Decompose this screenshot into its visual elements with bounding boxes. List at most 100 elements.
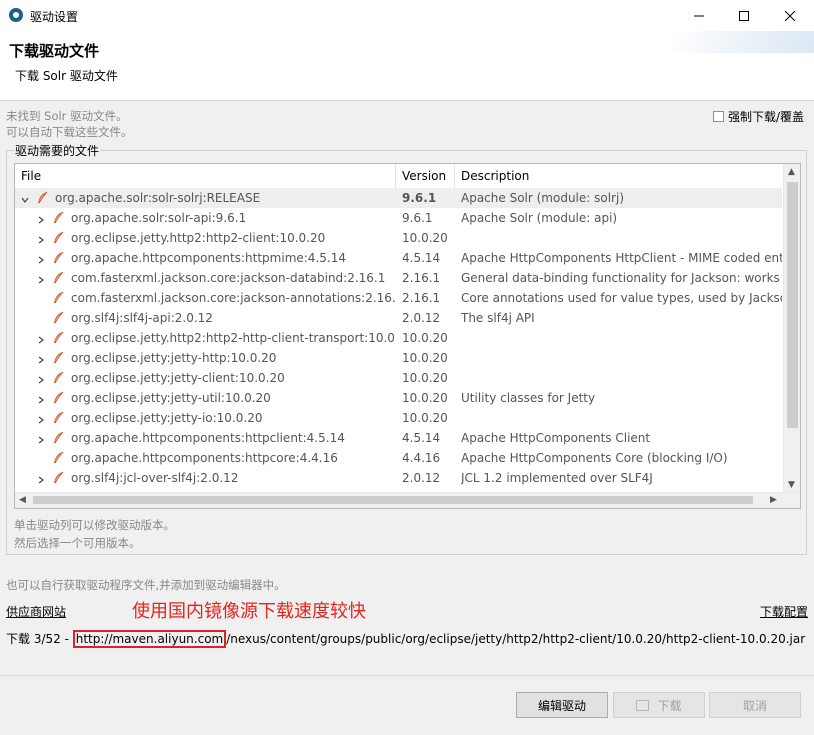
version-cell[interactable]: 4.5.14 xyxy=(402,248,454,268)
description-cell xyxy=(461,328,782,348)
header-banner xyxy=(664,31,814,53)
table-row[interactable]: org.eclipse.jetty:jetty-client:10.0.20 10… xyxy=(15,368,782,388)
footer-separator xyxy=(0,675,814,676)
version-cell[interactable]: 10.0.20 xyxy=(402,328,454,348)
chevron-right-icon[interactable] xyxy=(37,273,45,284)
minimize-icon[interactable] xyxy=(676,0,722,31)
table-row[interactable]: org.apache.solr:solr-api:9.6.1 9.6.1 Apach… xyxy=(15,208,782,228)
chevron-right-icon[interactable] xyxy=(37,373,45,384)
force-download-checkbox[interactable] xyxy=(712,111,724,122)
mirror-url-highlight: http://maven.aliyun.com xyxy=(72,630,227,648)
edit-driver-button[interactable]: 编辑驱动 xyxy=(516,692,608,718)
version-cell[interactable]: 9.6.1 xyxy=(402,188,454,208)
description-cell: Apache Solr (module: api) xyxy=(461,211,618,225)
version-cell[interactable]: 2.0.12 xyxy=(402,308,454,328)
window-title: 驱动设置 xyxy=(30,10,79,24)
vertical-scroll-thumb[interactable] xyxy=(787,182,798,428)
version-cell[interactable]: 9.6.1 xyxy=(402,208,454,228)
table-header: File Version Description xyxy=(15,164,782,189)
description-cell: Apache Solr (module: solrj) xyxy=(461,191,625,205)
table-row[interactable]: org.eclipse.jetty:jetty-io:10.0.20 10.0.2… xyxy=(15,408,782,428)
hint-line-2: 然后选择一个可用版本。 xyxy=(14,536,141,550)
force-download-option[interactable]: 强制下载/覆盖 xyxy=(712,108,804,125)
download-icon xyxy=(636,699,650,711)
feather-icon xyxy=(51,431,65,445)
dialog-header: 下载驱动文件 下载 Solr 驱动文件 xyxy=(0,31,814,101)
table-row[interactable]: org.apache.httpcomponents:httpclient:4.5… xyxy=(15,428,782,448)
table-row[interactable]: org.apache.httpcomponents:httpmime:4.5.1… xyxy=(15,248,782,268)
table-row[interactable]: com.fasterxml.jackson.core:jackson-annot… xyxy=(15,288,782,308)
feather-icon xyxy=(51,251,65,265)
version-cell[interactable]: 10.0.20 xyxy=(402,228,454,248)
annotation-text: 使用国内镜像源下载速度较快 xyxy=(132,601,366,622)
chevron-right-icon[interactable] xyxy=(37,233,45,244)
table-row[interactable]: org.eclipse.jetty:jetty-http:10.0.20 10.0… xyxy=(15,348,782,368)
column-header-file[interactable]: File xyxy=(15,164,396,188)
table-row[interactable]: org.apache.httpcomponents:httpcore:4.4.1… xyxy=(15,448,782,468)
file-cell: org.slf4j:jcl-over-slf4j:2.0.12 xyxy=(71,471,239,485)
description-cell: Utility classes for Jetty xyxy=(461,391,596,405)
chevron-down-icon[interactable] xyxy=(21,193,29,203)
version-cell[interactable]: 10.0.20 xyxy=(402,388,454,408)
description-cell xyxy=(461,348,782,368)
auto-download-message: 可以自动下载这些文件。 xyxy=(6,125,133,139)
column-header-version[interactable]: Version xyxy=(396,164,455,188)
app-icon xyxy=(9,8,23,22)
table-row[interactable]: org.eclipse.jetty.http2:http2-client:10.… xyxy=(15,228,782,248)
version-cell[interactable]: 4.5.14 xyxy=(402,428,454,448)
version-cell[interactable]: 2.0.12 xyxy=(402,468,454,488)
scroll-down-icon[interactable]: ▼ xyxy=(788,480,795,490)
table-row[interactable]: com.fasterxml.jackson.core:jackson-datab… xyxy=(15,268,782,288)
chevron-right-icon[interactable] xyxy=(37,473,45,484)
vertical-scrollbar[interactable]: ▲ ▼ xyxy=(783,164,800,494)
version-cell[interactable]: 10.0.20 xyxy=(402,348,454,368)
description-cell: General data-binding functionality for J… xyxy=(461,271,782,285)
description-cell: The slf4j API xyxy=(461,311,535,325)
close-icon[interactable] xyxy=(767,0,813,31)
status-prefix: 下载 3/52 - xyxy=(6,632,73,646)
files-group-title: 驱动需要的文件 xyxy=(14,142,101,159)
table-row[interactable]: org.slf4j:slf4j-api:2.0.12 2.0.12 The slf4… xyxy=(15,308,782,328)
cancel-button[interactable]: 取消 xyxy=(709,692,801,718)
version-cell[interactable]: 2.16.1 xyxy=(402,288,454,308)
maximize-icon[interactable] xyxy=(721,0,767,31)
feather-icon xyxy=(51,271,65,285)
download-config-link[interactable]: 下载配置 xyxy=(760,603,808,620)
feather-icon xyxy=(51,411,65,425)
table-row[interactable]: org.eclipse.jetty:jetty-util:10.0.20 10.0… xyxy=(15,388,782,408)
feather-icon xyxy=(51,391,65,405)
file-cell: org.apache.solr:solr-solrj:RELEASE xyxy=(55,191,261,205)
table-row[interactable]: org.apache.solr:solr-solrj:RELEASE 9.6.1 A… xyxy=(15,188,782,208)
vendor-site-link[interactable]: 供应商网站 xyxy=(6,603,66,620)
download-button[interactable]: 下载 xyxy=(613,692,705,718)
chevron-right-icon[interactable] xyxy=(37,353,45,364)
chevron-right-icon[interactable] xyxy=(37,393,45,404)
version-cell[interactable]: 4.4.16 xyxy=(402,448,454,468)
table-row[interactable]: org.eclipse.jetty.http2:http2-http-clien… xyxy=(15,328,782,348)
file-cell: org.eclipse.jetty:jetty-util:10.0.20 xyxy=(71,391,271,405)
force-download-label: 强制下载/覆盖 xyxy=(727,110,804,124)
feather-icon xyxy=(51,311,65,325)
horizontal-scroll-thumb[interactable] xyxy=(33,496,753,504)
column-header-description[interactable]: Description xyxy=(455,164,782,188)
version-cell[interactable]: 10.0.20 xyxy=(402,408,454,428)
scroll-up-icon[interactable]: ▲ xyxy=(788,167,795,177)
chevron-right-icon[interactable] xyxy=(37,253,45,264)
chevron-right-icon[interactable] xyxy=(37,333,45,344)
table-row[interactable]: org.slf4j:jcl-over-slf4j:2.0.12 2.0.12 JCL… xyxy=(15,468,782,488)
chevron-right-icon[interactable] xyxy=(37,433,45,444)
chevron-right-icon[interactable] xyxy=(37,413,45,424)
chevron-right-icon[interactable] xyxy=(37,213,45,224)
version-cell[interactable]: 2.16.1 xyxy=(402,268,454,288)
table-rows: org.apache.solr:solr-solrj:RELEASE 9.6.1 A… xyxy=(15,188,782,494)
horizontal-scrollbar[interactable]: ◀ ▶ xyxy=(15,492,800,508)
description-cell xyxy=(461,228,782,248)
file-cell: org.apache.httpcomponents:httpclient:4.5… xyxy=(71,431,345,445)
description-cell: Core annotations used for value types, u… xyxy=(461,291,782,305)
scroll-left-icon[interactable]: ◀ xyxy=(19,495,26,505)
file-cell: org.eclipse.jetty:jetty-io:10.0.20 xyxy=(71,411,263,425)
file-cell: org.eclipse.jetty.http2:http2-client:10.… xyxy=(71,231,326,245)
file-cell: com.fasterxml.jackson.core:jackson-datab… xyxy=(71,271,386,285)
version-cell[interactable]: 10.0.20 xyxy=(402,368,454,388)
scroll-right-icon[interactable]: ▶ xyxy=(770,495,777,505)
